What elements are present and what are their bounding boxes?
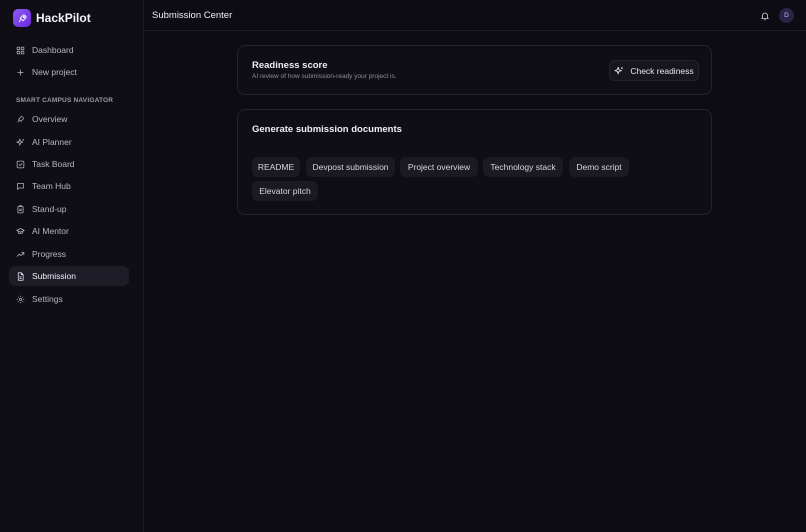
rocket-icon [13, 9, 31, 27]
doc-button-project-overview[interactable]: Project overview [400, 157, 478, 177]
sidebar-item-overview[interactable]: Overview [9, 109, 129, 129]
sparkles-icon [614, 66, 624, 76]
sidebar-item-task-board[interactable]: Task Board [9, 154, 129, 174]
sidebar-item-new-project[interactable]: New project [9, 62, 129, 82]
page-title: Submission Center [152, 10, 233, 21]
doc-button-technology-stack[interactable]: Technology stack [483, 157, 563, 177]
sidebar: HackPilot Dashboard New project SMART CA… [0, 0, 144, 532]
sidebar-item-label: Stand-up [32, 204, 67, 214]
sidebar-item-label: Progress [32, 249, 67, 259]
brand-name: HackPilot [36, 11, 91, 25]
sidebar-item-label: Submission [32, 271, 76, 281]
clipboard-icon [16, 204, 25, 214]
doc-button-demo-script[interactable]: Demo script [569, 157, 629, 177]
sidebar-item-progress[interactable]: Progress [9, 244, 129, 264]
sidebar-item-label: Task Board [32, 159, 75, 169]
generate-documents-card: Generate submission documents README Dev… [237, 109, 712, 215]
sidebar-item-label: Dashboard [32, 45, 74, 55]
doc-button-devpost[interactable]: Devpost submission [306, 157, 395, 177]
sidebar-item-label: Overview [32, 114, 68, 124]
sidebar-item-label: New project [32, 67, 77, 77]
sidebar-section-label: SMART CAMPUS NAVIGATOR [16, 97, 114, 104]
sidebar-item-ai-mentor[interactable]: AI Mentor [9, 221, 129, 241]
plus-icon [16, 68, 25, 77]
sidebar-item-settings[interactable]: Settings [9, 289, 129, 309]
bell-icon[interactable] [759, 10, 770, 21]
sidebar-item-label: AI Planner [32, 137, 72, 147]
sidebar-item-stand-up[interactable]: Stand-up [9, 199, 129, 219]
sidebar-item-dashboard[interactable]: Dashboard [9, 40, 129, 60]
sidebar-item-label: Settings [32, 294, 63, 304]
trend-up-icon [16, 250, 25, 259]
avatar[interactable]: D [779, 8, 794, 23]
generate-title: Generate submission documents [252, 124, 402, 135]
file-icon [16, 271, 25, 281]
gear-icon [16, 295, 25, 304]
doc-button-elevator-pitch[interactable]: Elevator pitch [252, 181, 318, 201]
graduation-cap-icon [16, 227, 25, 236]
readiness-title: Readiness score [252, 60, 328, 71]
doc-button-readme[interactable]: README [252, 157, 300, 177]
rocket-icon [16, 115, 25, 124]
check-readiness-label: Check readiness [630, 65, 694, 76]
sparkles-icon [16, 138, 25, 147]
chat-icon [16, 182, 25, 191]
topbar: Submission Center D [144, 0, 806, 31]
sidebar-item-team-hub[interactable]: Team Hub [9, 176, 129, 196]
brand[interactable]: HackPilot [13, 9, 91, 27]
sidebar-item-submission[interactable]: Submission [9, 266, 129, 286]
readiness-subtitle: AI review of how submission-ready your p… [252, 73, 397, 80]
sidebar-item-label: AI Mentor [32, 226, 69, 236]
sidebar-item-ai-planner[interactable]: AI Planner [9, 132, 129, 152]
check-readiness-button[interactable]: Check readiness [609, 60, 699, 81]
checklist-icon [16, 160, 25, 169]
grid-icon [16, 46, 25, 55]
readiness-card: Readiness score AI review of how submiss… [237, 45, 712, 95]
sidebar-item-label: Team Hub [32, 181, 71, 191]
